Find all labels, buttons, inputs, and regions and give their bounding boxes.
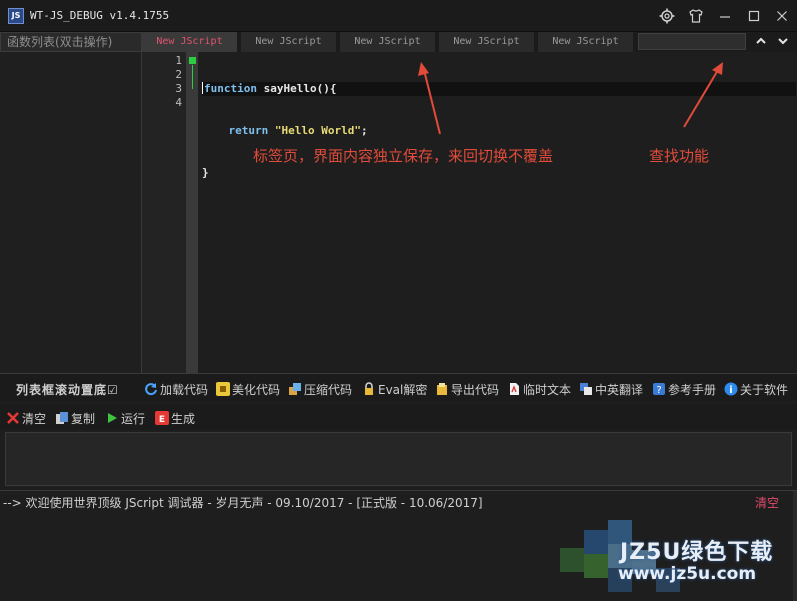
beautify-icon xyxy=(216,382,230,396)
eval-decrypt-label: Eval解密 xyxy=(378,382,428,397)
clear-icon xyxy=(6,411,20,425)
log-clear-button[interactable]: 清空 xyxy=(755,494,779,511)
svg-text:E: E xyxy=(159,415,165,423)
document-icon xyxy=(507,382,521,396)
output-textbox[interactable] xyxy=(5,432,792,486)
code-token-keyword: function xyxy=(204,82,257,95)
export-icon xyxy=(435,382,449,396)
reference-manual-label: 参考手册 xyxy=(668,382,717,397)
temp-text-label: 临时文本 xyxy=(523,382,572,397)
copy-button[interactable]: 复制 xyxy=(55,409,95,427)
find-input[interactable] xyxy=(638,33,746,50)
compress-code-label: 压缩代码 xyxy=(304,382,353,397)
translate-button[interactable]: 中英翻译 xyxy=(579,380,643,398)
translate-icon xyxy=(579,382,593,396)
find-prev-button[interactable] xyxy=(752,33,770,51)
tab-new-jscript-5[interactable]: New JScript xyxy=(538,32,634,52)
run-toolbar: 清空 复制 运行 E 生成 xyxy=(0,404,797,430)
chevron-down-icon xyxy=(777,35,789,50)
line-number: 2 xyxy=(175,68,182,81)
about-label: 关于软件 xyxy=(740,382,789,397)
main-toolbar: 列表框滚动置底☑ 加载代码 美化代码 压缩代码 Eval解密 导出代码 临时文本… xyxy=(0,373,797,401)
tab-new-jscript-4[interactable]: New JScript xyxy=(439,32,535,52)
code-editor[interactable]: 1 2 3 4 function sayHello(){ return "Hel… xyxy=(142,52,797,373)
run-button[interactable]: 运行 xyxy=(105,409,145,427)
copy-icon xyxy=(55,411,69,425)
window-title: WT-JS_DEBUG v1.4.1755 xyxy=(30,9,170,22)
chevron-up-icon xyxy=(755,35,767,50)
clear-button[interactable]: 清空 xyxy=(6,409,46,427)
code-line: function sayHello(){ xyxy=(202,82,796,96)
watermark-url: www.jz5u.com xyxy=(618,564,757,584)
eval-decrypt-button[interactable]: Eval解密 xyxy=(362,380,427,398)
compress-icon xyxy=(288,382,302,396)
title-bar: JS WT-JS_DEBUG v1.4.1755 xyxy=(0,0,797,32)
info-icon: i xyxy=(724,382,738,396)
function-list-header: 函数列表(双击操作) xyxy=(0,32,142,52)
code-token-keyword: return xyxy=(228,124,269,137)
code-line: } xyxy=(202,166,796,180)
export-code-label: 导出代码 xyxy=(451,382,500,397)
reload-icon xyxy=(144,382,158,396)
copy-label: 复制 xyxy=(71,411,96,426)
text-cursor xyxy=(202,82,203,94)
load-code-label: 加载代码 xyxy=(160,382,209,397)
help-icon: ? xyxy=(652,382,666,396)
watermark-brand: JZ5U绿色下载 xyxy=(620,540,774,565)
translate-label: 中英翻译 xyxy=(595,382,644,397)
svg-text:i: i xyxy=(729,385,732,396)
line-number: 3 xyxy=(175,82,182,95)
lock-icon xyxy=(362,382,376,396)
code-token: ; xyxy=(360,124,368,137)
generate-button[interactable]: E 生成 xyxy=(155,409,195,427)
about-button[interactable]: i 关于软件 xyxy=(724,380,788,398)
tab-new-jscript-2[interactable]: New JScript xyxy=(241,32,337,52)
generate-icon: E xyxy=(155,411,169,425)
run-icon xyxy=(105,411,119,425)
clear-label: 清空 xyxy=(22,411,47,426)
code-token: sayHello(){ xyxy=(256,82,337,95)
export-code-button[interactable]: 导出代码 xyxy=(435,380,499,398)
line-number: 1 xyxy=(175,54,182,67)
watermark-pixel xyxy=(560,548,584,572)
find-next-button[interactable] xyxy=(774,33,792,51)
compress-code-button[interactable]: 压缩代码 xyxy=(288,380,352,398)
find-annotation-text: 查找功能 xyxy=(649,147,710,165)
list-scroll-bottom-checkbox[interactable]: 列表框滚动置底☑ xyxy=(16,381,119,398)
fold-column xyxy=(186,52,198,373)
tab-new-jscript-1[interactable]: New JScript xyxy=(142,32,238,52)
reference-manual-button[interactable]: ? 参考手册 xyxy=(652,380,716,398)
beautify-code-label: 美化代码 xyxy=(232,382,281,397)
function-list[interactable] xyxy=(0,52,142,373)
settings-icon[interactable] xyxy=(656,5,678,27)
app-logo-icon: JS xyxy=(8,8,24,24)
line-number: 4 xyxy=(175,96,182,109)
fold-guide xyxy=(192,65,193,89)
shirt-icon[interactable] xyxy=(685,5,707,27)
close-icon[interactable] xyxy=(771,5,793,27)
log-message: --> 欢迎使用世界顶级 JScript 调试器 - 岁月无声 - 09.10/… xyxy=(3,496,483,510)
maximize-icon[interactable] xyxy=(743,5,765,27)
watermark-pixel xyxy=(584,554,608,578)
run-label: 运行 xyxy=(121,411,146,426)
code-token-string: "Hello World" xyxy=(274,124,361,137)
beautify-code-button[interactable]: 美化代码 xyxy=(216,380,280,398)
code-line: return "Hello World"; xyxy=(202,124,796,138)
load-code-button[interactable]: 加载代码 xyxy=(144,380,208,398)
tabs-annotation-text: 标签页，界面内容独立保存，来回切换不覆盖 xyxy=(253,147,554,165)
generate-label: 生成 xyxy=(171,411,196,426)
temp-text-button[interactable]: 临时文本 xyxy=(507,380,571,398)
fold-marker-icon[interactable] xyxy=(189,57,196,64)
code-token: } xyxy=(202,166,209,179)
svg-text:?: ? xyxy=(656,385,661,396)
minimize-icon[interactable] xyxy=(714,5,736,27)
line-number-gutter: 1 2 3 4 xyxy=(142,52,186,373)
tab-new-jscript-3[interactable]: New JScript xyxy=(340,32,436,52)
watermark-pixel xyxy=(584,530,608,554)
